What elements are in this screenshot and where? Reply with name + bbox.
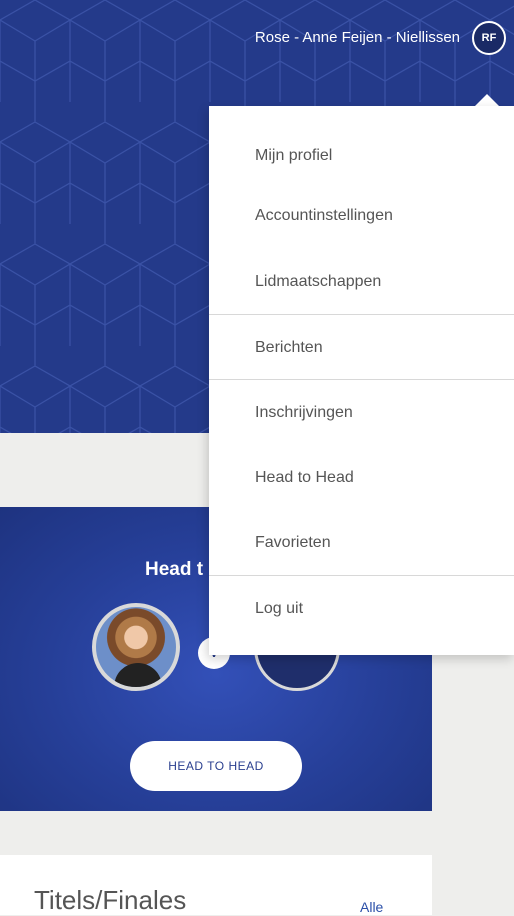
titels-finales-card: Titels/Finales Alle bbox=[0, 855, 432, 915]
user-name[interactable]: Rose - Anne Feijen - Niellissen bbox=[255, 29, 460, 47]
user-menu-dropdown: Mijn profiel Accountinstellingen Lidmaat… bbox=[209, 106, 514, 655]
menu-item-log-uit[interactable]: Log uit bbox=[255, 600, 303, 618]
dropdown-caret bbox=[475, 94, 499, 106]
menu-item-lidmaatschappen[interactable]: Lidmaatschappen bbox=[255, 273, 381, 291]
titels-finales-title: Titels/Finales bbox=[34, 885, 187, 915]
menu-divider bbox=[209, 314, 514, 315]
menu-item-inschrijvingen[interactable]: Inschrijvingen bbox=[255, 404, 353, 422]
user-avatar[interactable]: RF bbox=[472, 21, 506, 55]
player-photo bbox=[92, 603, 180, 691]
menu-item-mijn-profiel[interactable]: Mijn profiel bbox=[255, 147, 332, 165]
head-to-head-title: Head t bbox=[145, 559, 204, 580]
titels-all-link[interactable]: Alle bbox=[360, 899, 383, 915]
menu-item-accountinstellingen[interactable]: Accountinstellingen bbox=[255, 207, 393, 225]
menu-item-berichten[interactable]: Berichten bbox=[255, 339, 323, 357]
menu-item-head-to-head[interactable]: Head to Head bbox=[255, 469, 354, 487]
menu-divider bbox=[209, 379, 514, 380]
menu-divider bbox=[209, 575, 514, 576]
player-shirt bbox=[114, 663, 162, 687]
menu-item-favorieten[interactable]: Favorieten bbox=[255, 534, 331, 552]
head-to-head-button[interactable]: HEAD TO HEAD bbox=[130, 741, 302, 791]
